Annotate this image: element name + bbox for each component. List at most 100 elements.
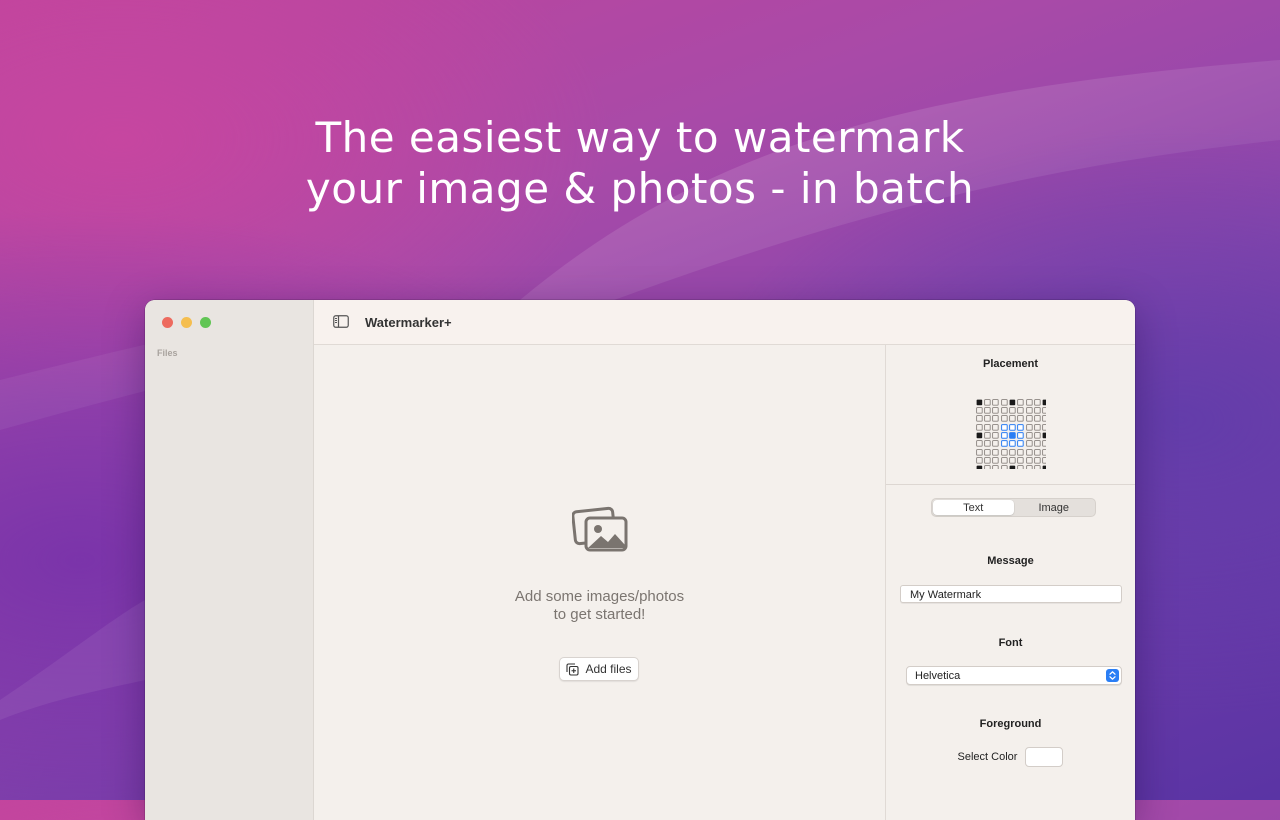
- placement-cell: [1034, 449, 1041, 456]
- placement-top-left[interactable]: [976, 399, 999, 422]
- placement-cell: [976, 457, 983, 464]
- placement-cell: [1042, 465, 1046, 469]
- placement-cell: [1042, 457, 1046, 464]
- placement-cell: [984, 407, 991, 414]
- placement-cell: [1017, 399, 1024, 406]
- sidebar-left-icon[interactable]: [333, 315, 349, 328]
- watermark-type-segmented-control: Text Image: [931, 498, 1096, 517]
- photos-stack-icon: [572, 506, 628, 552]
- placement-cell: [976, 440, 983, 447]
- placement-cell: [1042, 424, 1046, 431]
- placement-top-center[interactable]: [1001, 399, 1024, 422]
- placement-cell: [1009, 399, 1016, 406]
- placement-bottom-right[interactable]: [1026, 449, 1046, 469]
- placement-cell: [984, 432, 991, 439]
- sidebar: Files: [145, 300, 314, 820]
- placement-cell: [984, 449, 991, 456]
- placement-cell: [1001, 449, 1008, 456]
- tab-text[interactable]: Text: [933, 500, 1014, 515]
- placement-cell: [992, 424, 999, 431]
- placement-cell: [976, 432, 983, 439]
- placement-cell: [992, 415, 999, 422]
- empty-state-line-2: to get started!: [553, 606, 646, 623]
- app-title: Watermarker+: [365, 315, 452, 330]
- placement-cell: [1034, 415, 1041, 422]
- chevron-up-down-icon: [1106, 669, 1119, 682]
- placement-cell: [1042, 407, 1046, 414]
- placement-cell: [976, 415, 983, 422]
- headline: The easiest way to watermark your image …: [0, 112, 1280, 214]
- tab-image[interactable]: Image: [1014, 500, 1095, 515]
- placement-cell: [1001, 415, 1008, 422]
- add-files-button[interactable]: Add files: [559, 657, 639, 681]
- sidebar-section-files: Files: [157, 348, 178, 358]
- placement-cell: [1017, 457, 1024, 464]
- placement-cell: [1042, 399, 1046, 406]
- placement-cell: [1034, 440, 1041, 447]
- placement-cell: [1001, 424, 1008, 431]
- placement-bottom-center[interactable]: [1001, 449, 1024, 469]
- placement-cell: [984, 415, 991, 422]
- placement-cell: [1001, 440, 1008, 447]
- placement-cell: [1034, 432, 1041, 439]
- placement-cell: [976, 465, 983, 469]
- app-window: Files Watermarker+ Add some images/photo…: [145, 300, 1135, 820]
- placement-cell: [1009, 457, 1016, 464]
- placement-cell: [1001, 465, 1008, 469]
- placement-cell: [1001, 399, 1008, 406]
- drop-area[interactable]: Add some images/photos to get started! A…: [314, 345, 885, 820]
- placement-cell: [1001, 457, 1008, 464]
- placement-cell: [992, 440, 999, 447]
- font-select[interactable]: Helvetica: [906, 666, 1122, 685]
- headline-line-2: your image & photos - in batch: [305, 164, 975, 213]
- placement-cell: [1017, 449, 1024, 456]
- message-title: Message: [987, 555, 1034, 567]
- placement-cell: [984, 465, 991, 469]
- placement-cell: [976, 399, 983, 406]
- add-files-icon: [566, 662, 580, 676]
- foreground-color-well[interactable]: [1025, 747, 1064, 767]
- placement-cell: [976, 407, 983, 414]
- placement-cell: [984, 457, 991, 464]
- placement-grid[interactable]: [976, 399, 1046, 469]
- placement-cell: [1001, 432, 1008, 439]
- placement-cell: [1009, 449, 1016, 456]
- placement-cell: [1042, 449, 1046, 456]
- placement-cell: [1017, 440, 1024, 447]
- close-window-button[interactable]: [162, 317, 173, 328]
- placement-cell: [992, 465, 999, 469]
- placement-cell: [1034, 457, 1041, 464]
- placement-center[interactable]: [1001, 424, 1024, 447]
- foreground-color-swatch: [1028, 750, 1061, 764]
- placement-cell: [992, 432, 999, 439]
- message-input[interactable]: My Watermark: [900, 585, 1122, 603]
- placement-middle-right[interactable]: [1026, 424, 1046, 447]
- placement-cell: [984, 440, 991, 447]
- placement-cell: [1017, 415, 1024, 422]
- placement-cell: [1017, 432, 1024, 439]
- minimize-window-button[interactable]: [181, 317, 192, 328]
- font-select-value: Helvetica: [915, 670, 961, 682]
- placement-cell: [992, 449, 999, 456]
- placement-cell: [1026, 407, 1033, 414]
- empty-state-line-1: Add some images/photos: [514, 588, 685, 605]
- placement-bottom-left[interactable]: [976, 449, 999, 469]
- foreground-color-row: Select Color: [886, 747, 1135, 767]
- placement-cell: [1026, 457, 1033, 464]
- headline-line-1: The easiest way to watermark: [315, 113, 965, 162]
- add-files-label: Add files: [585, 662, 632, 676]
- placement-cell: [984, 424, 991, 431]
- placement-cell: [1026, 424, 1033, 431]
- placement-cell: [1034, 465, 1041, 469]
- placement-cell: [976, 424, 983, 431]
- placement-cell: [1009, 407, 1016, 414]
- zoom-window-button[interactable]: [200, 317, 211, 328]
- placement-cell: [992, 457, 999, 464]
- placement-cell: [992, 399, 999, 406]
- placement-top-right[interactable]: [1026, 399, 1046, 422]
- placement-title: Placement: [982, 358, 1039, 370]
- placement-cell: [984, 399, 991, 406]
- placement-middle-left[interactable]: [976, 424, 999, 447]
- placement-cell: [1034, 399, 1041, 406]
- toolbar: Watermarker+: [314, 300, 1135, 345]
